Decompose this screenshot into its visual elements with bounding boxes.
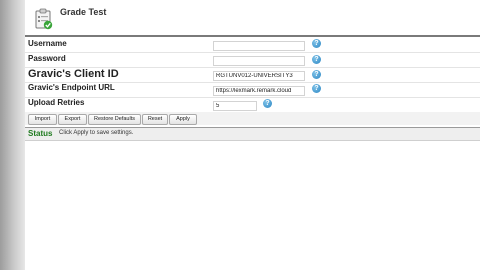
status-label: Status xyxy=(28,129,53,138)
upload-retries-field[interactable] xyxy=(213,101,257,111)
endpoint-url-label: Gravic's Endpoint URL xyxy=(28,83,115,92)
import-button[interactable]: Import xyxy=(28,114,57,125)
endpoint-url-field[interactable] xyxy=(213,86,305,96)
password-help-icon[interactable]: ? xyxy=(312,55,321,64)
clipboard-check-icon xyxy=(35,8,53,30)
button-bar: Import Export Restore Defaults Reset App… xyxy=(25,112,480,125)
restore-defaults-button[interactable]: Restore Defaults xyxy=(88,114,141,125)
reset-button[interactable]: Reset xyxy=(142,114,168,125)
header: Grade Test xyxy=(25,0,480,34)
app-window: Grade Test Username ? Password ? Gravic'… xyxy=(25,0,480,270)
client-id-label: Gravic's Client ID xyxy=(28,68,119,80)
export-button[interactable]: Export xyxy=(58,114,87,125)
client-id-field[interactable] xyxy=(213,71,305,81)
username-help-icon[interactable]: ? xyxy=(312,39,321,48)
page-title: Grade Test xyxy=(60,7,107,17)
status-bar: Status Click Apply to save settings. xyxy=(25,127,480,141)
client-id-help-icon[interactable]: ? xyxy=(312,70,321,79)
username-field[interactable] xyxy=(213,41,305,51)
status-message: Click Apply to save settings. xyxy=(59,130,134,136)
row-divider xyxy=(25,52,480,53)
left-edge-shadow xyxy=(0,0,25,270)
password-field[interactable] xyxy=(213,56,305,66)
password-label: Password xyxy=(28,54,66,63)
apply-button[interactable]: Apply xyxy=(169,114,197,125)
upload-retries-label: Upload Retries xyxy=(28,98,85,107)
header-divider xyxy=(25,35,480,37)
endpoint-url-help-icon[interactable]: ? xyxy=(312,84,321,93)
username-label: Username xyxy=(28,39,67,48)
upload-retries-help-icon[interactable]: ? xyxy=(263,99,272,108)
row-divider xyxy=(25,97,480,98)
